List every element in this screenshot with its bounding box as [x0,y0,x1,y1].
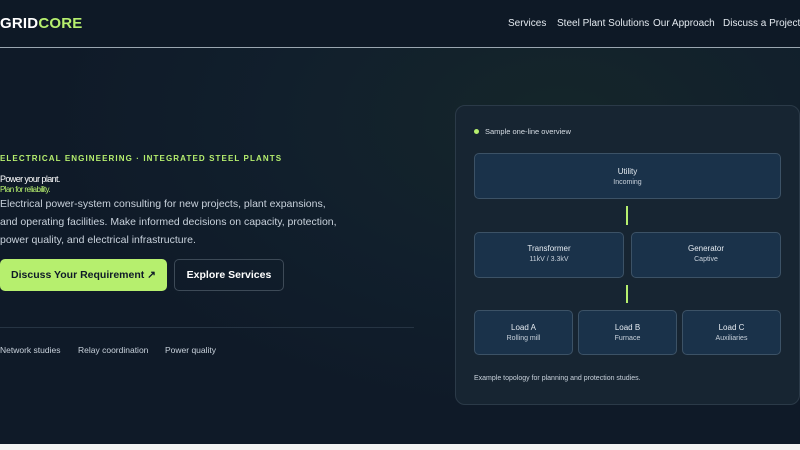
logo-grid: GRID [0,15,39,32]
node-transformer: Transformer 11kV / 3.3kV [474,232,624,278]
page: GRIDCORE Services Steel Plant Solutions … [0,0,800,444]
feature-network-studies: Network studies [0,345,61,355]
connector-utility-transformer [626,206,628,225]
hero-headline-line2: Plan for reliability. [0,185,51,194]
node-load-c-sub: Auxiliaries [715,335,748,342]
status-dot-icon [474,129,479,134]
feature-relay-coordination: Relay coordination [78,345,149,355]
hero-description: Electrical power-system consulting for n… [0,198,337,246]
node-load-c-title: Load C [718,323,745,332]
hero-headline-line1: Power your plant. [0,174,60,184]
explore-services-button[interactable]: Explore Services [174,259,284,291]
node-load-b-sub: Furnace [614,335,641,342]
nav-steel-plant-solutions[interactable]: Steel Plant Solutions [557,18,649,29]
hero-divider [0,327,414,328]
hero-eyebrow: ELECTRICAL ENGINEERING · INTEGRATED STEE… [0,154,283,163]
node-load-b-title: Load B [614,323,641,332]
node-transformer-title: Transformer [527,244,571,253]
logo-core: CORE [38,15,83,32]
node-transformer-sub: 11kV / 3.3kV [529,256,569,263]
node-load-a: Load A Rolling mill [474,310,573,355]
node-generator-sub: Captive [694,256,718,263]
node-load-a-title: Load A [511,323,536,332]
node-utility: Utility Incoming [474,153,781,199]
nav-discuss-project[interactable]: Discuss a Project ↗ [723,18,800,29]
node-load-b: Load B Furnace [578,310,677,355]
node-utility-title: Utility [617,167,638,176]
diagram-note: Example topology for planning and protec… [474,375,641,382]
nav-our-approach[interactable]: Our Approach [653,18,715,29]
node-load-c: Load C Auxiliaries [682,310,781,355]
one-line-diagram-card: Sample one-line overview Utility Incomin… [455,105,800,405]
site-header: GRIDCORE Services Steel Plant Solutions … [0,0,800,48]
nav-services[interactable]: Services [508,18,546,29]
node-generator: Generator Captive [631,232,781,278]
node-generator-title: Generator [687,244,725,253]
feature-power-quality: Power quality [165,345,217,355]
logo[interactable]: GRIDCORE [0,15,82,32]
discuss-requirement-button[interactable]: Discuss Your Requirement ↗ [0,259,167,291]
node-load-a-sub: Rolling mill [506,335,541,342]
connector-to-loads [626,285,628,303]
node-utility-sub: Incoming [613,179,642,186]
card-label: Sample one-line overview [485,127,571,136]
